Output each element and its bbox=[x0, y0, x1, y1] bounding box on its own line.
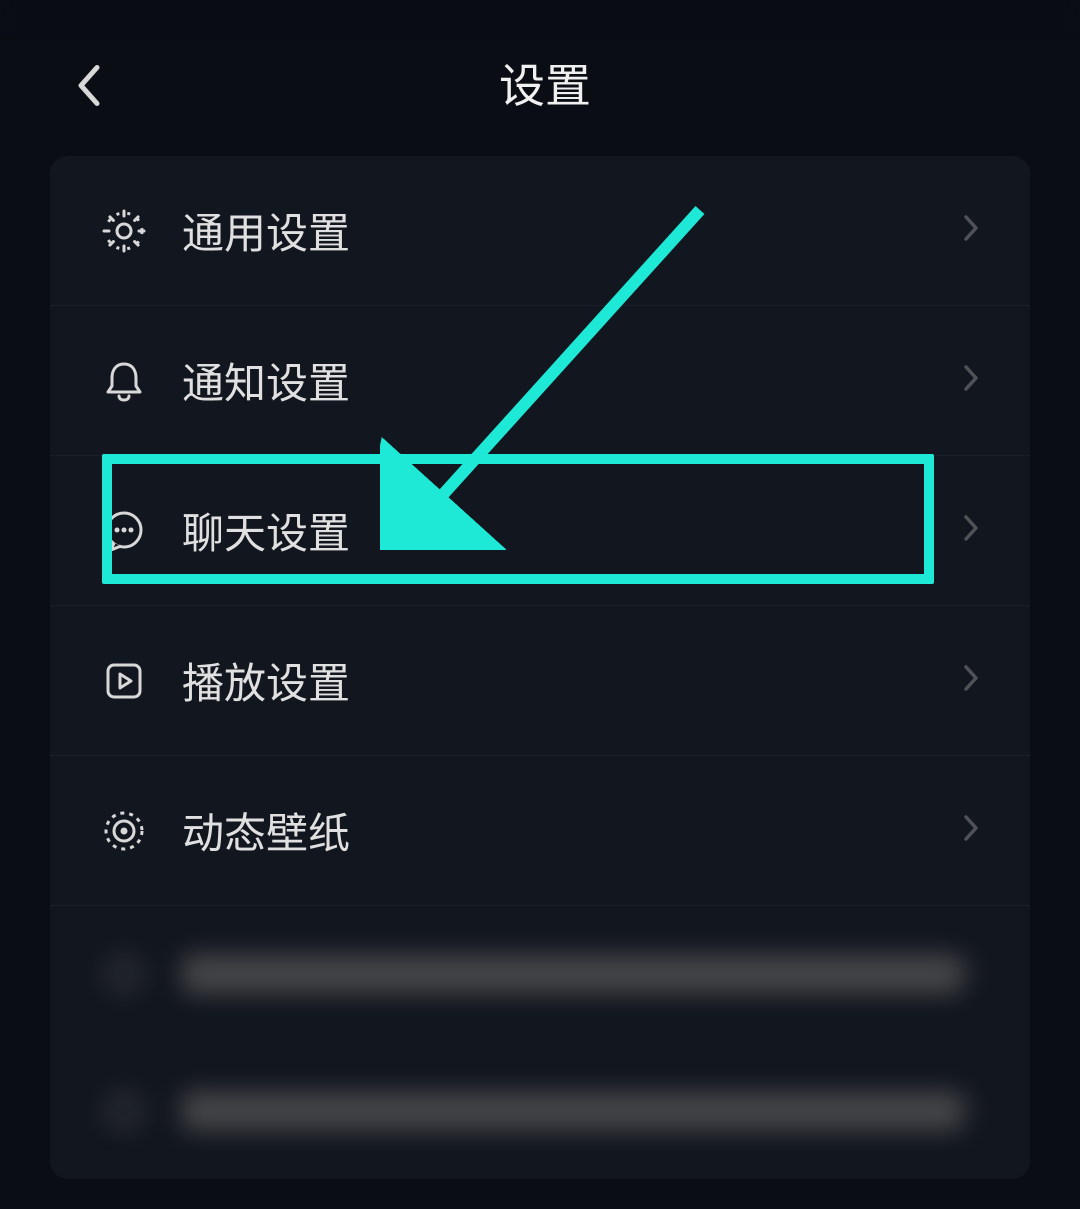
target-icon bbox=[100, 807, 148, 855]
header: 设置 bbox=[0, 20, 1080, 156]
settings-item-label: 动态壁纸 bbox=[182, 800, 962, 861]
chevron-right-icon bbox=[962, 213, 980, 248]
chevron-right-icon bbox=[962, 957, 980, 992]
chevron-left-icon bbox=[75, 62, 103, 110]
settings-list: 通用设置 通知设置 聊天设置 bbox=[50, 156, 1030, 1179]
settings-item-wallpaper[interactable]: 动态壁纸 bbox=[50, 756, 1030, 906]
settings-item-label bbox=[182, 1091, 962, 1131]
gear-icon bbox=[100, 207, 148, 255]
settings-item-playback[interactable]: 播放设置 bbox=[50, 606, 1030, 756]
chevron-right-icon bbox=[962, 1094, 980, 1129]
chevron-right-icon bbox=[962, 813, 980, 848]
settings-item-label: 通用设置 bbox=[182, 200, 962, 261]
chat-icon bbox=[100, 507, 148, 555]
generic-icon bbox=[100, 950, 148, 998]
status-bar-blur bbox=[0, 0, 1080, 20]
settings-item-general[interactable]: 通用设置 bbox=[50, 156, 1030, 306]
chevron-right-icon bbox=[962, 663, 980, 698]
chevron-right-icon bbox=[962, 513, 980, 548]
page-title: 设置 bbox=[60, 50, 1030, 116]
settings-item-notifications[interactable]: 通知设置 bbox=[50, 306, 1030, 456]
settings-item-blurred[interactable] bbox=[50, 906, 1030, 1043]
bell-icon bbox=[100, 357, 148, 405]
generic-icon bbox=[100, 1087, 148, 1135]
settings-item-chat[interactable]: 聊天设置 bbox=[50, 456, 1030, 606]
settings-item-blurred[interactable] bbox=[50, 1043, 1030, 1179]
play-icon bbox=[100, 657, 148, 705]
settings-item-label: 聊天设置 bbox=[182, 500, 962, 561]
settings-item-label: 播放设置 bbox=[182, 650, 962, 711]
settings-item-label bbox=[182, 954, 962, 994]
settings-item-label: 通知设置 bbox=[182, 350, 962, 411]
chevron-right-icon bbox=[962, 363, 980, 398]
back-button[interactable] bbox=[75, 62, 103, 115]
